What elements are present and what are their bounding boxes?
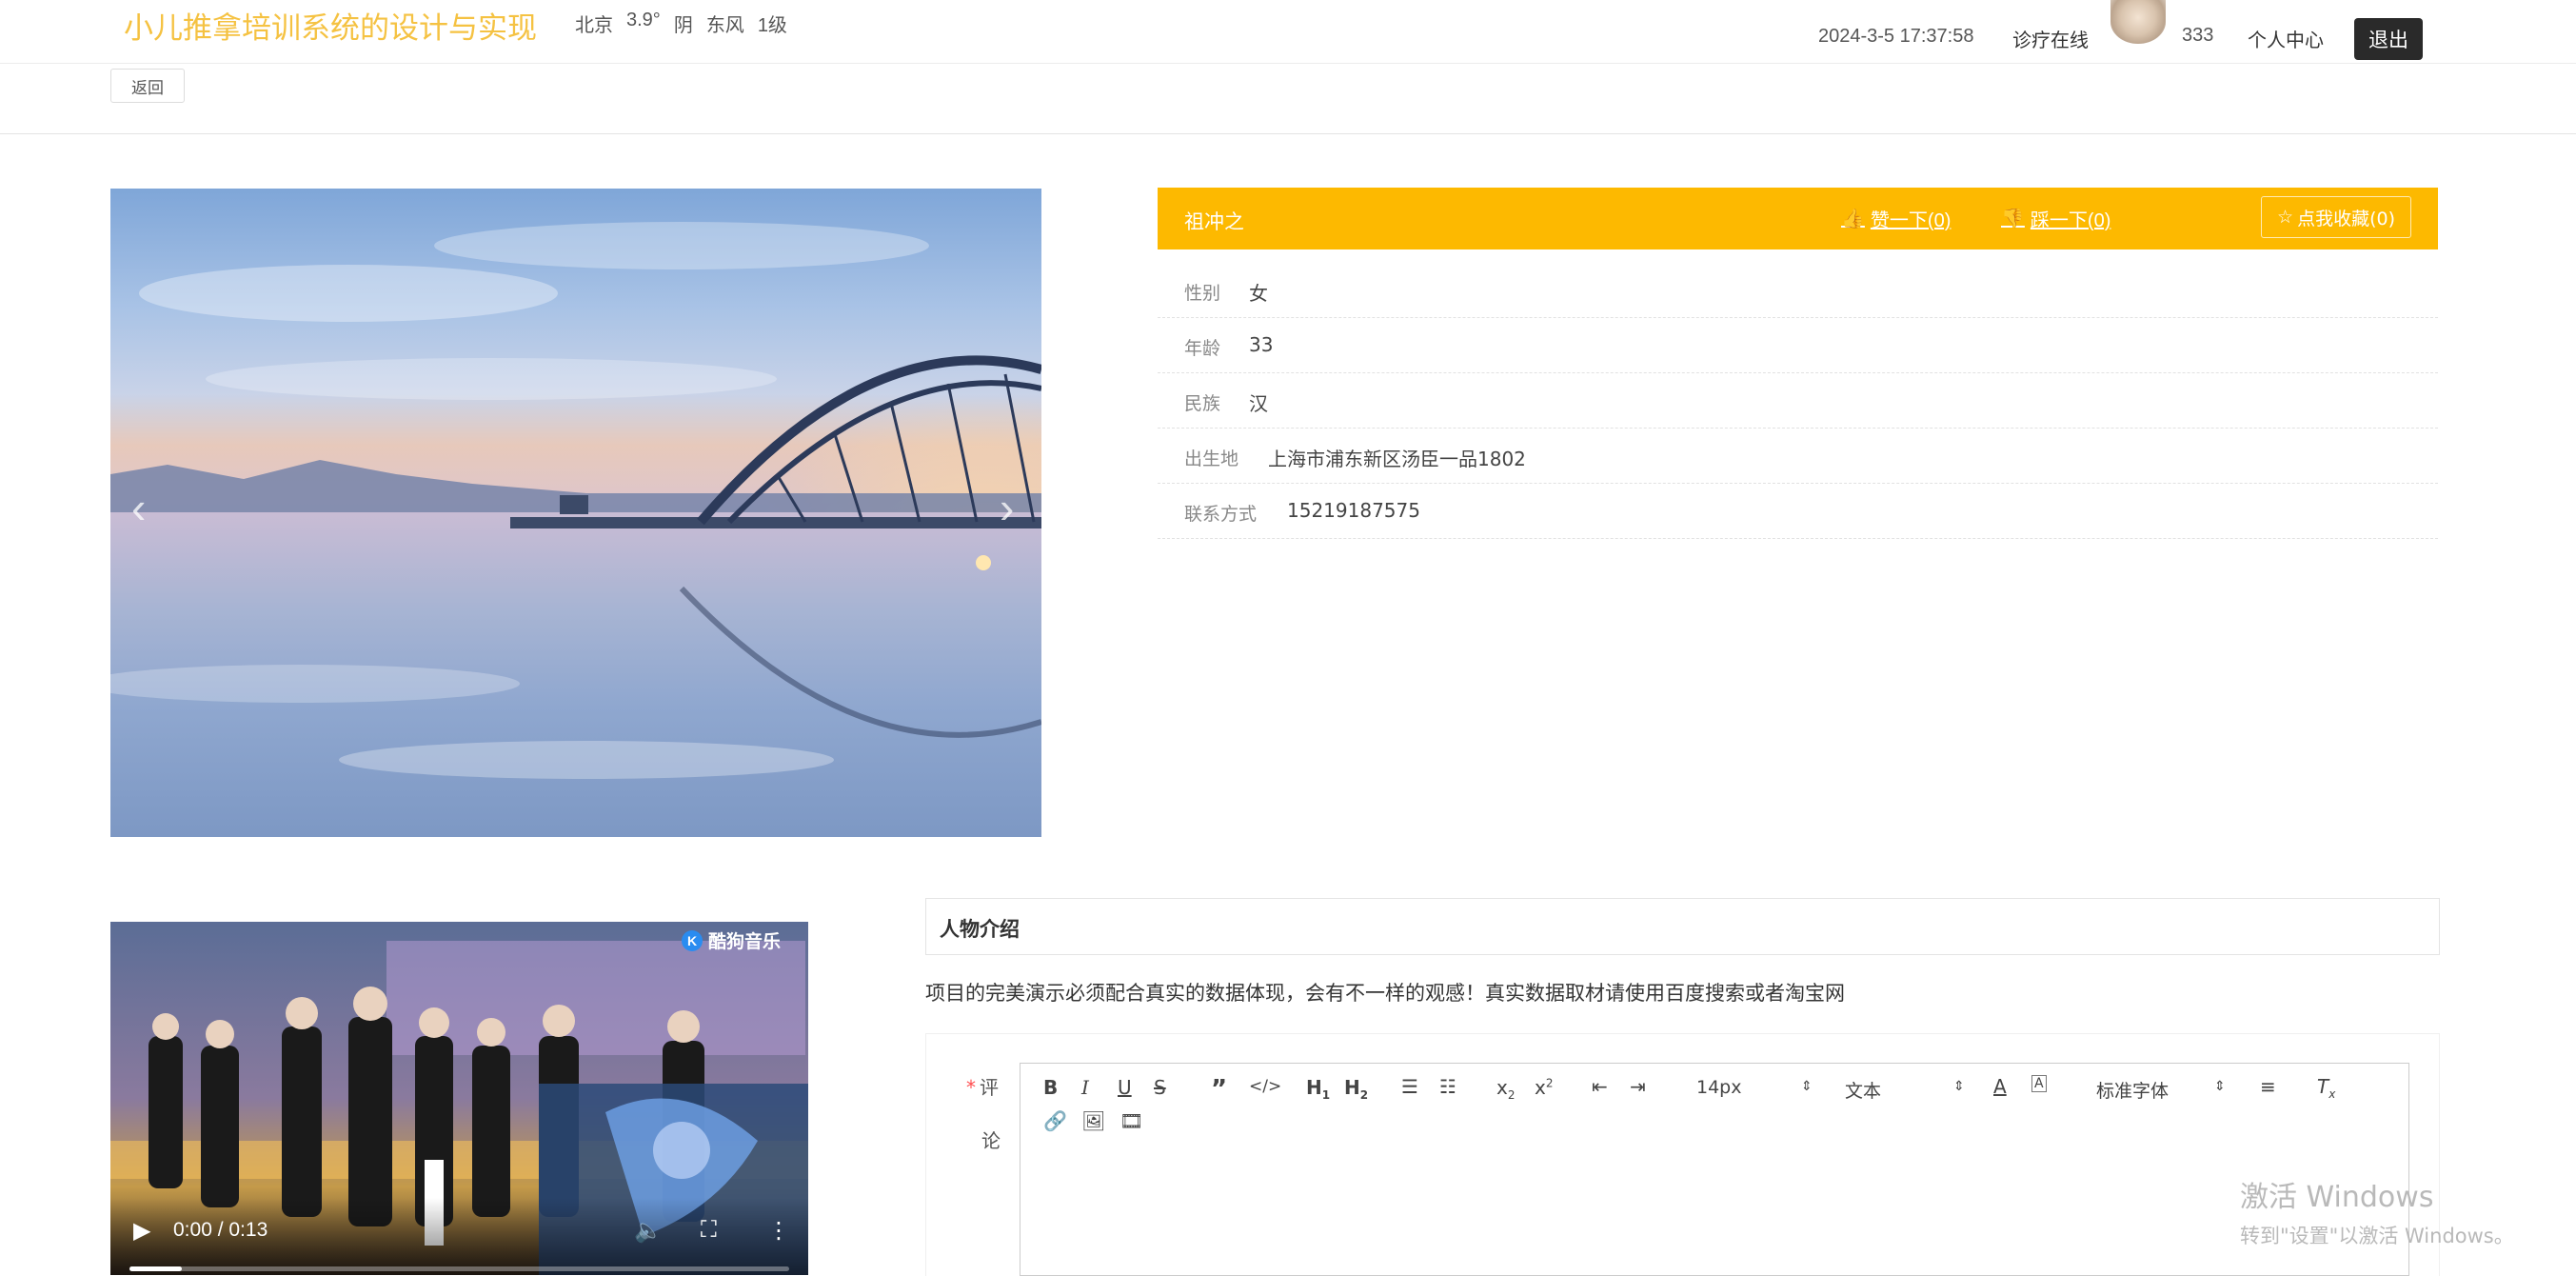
font-color-icon[interactable]: A — [1993, 1075, 2007, 1098]
select-arrows-icon: ⇕ — [2214, 1079, 2226, 1094]
ordered-list-icon[interactable]: ☰ — [1401, 1075, 1418, 1098]
heading-1-icon[interactable]: H1 — [1306, 1076, 1330, 1102]
back-button[interactable]: 返回 — [110, 69, 185, 103]
video-time: 0:00 / 0:13 — [173, 1219, 268, 1241]
blockquote-icon[interactable]: ” — [1211, 1075, 1227, 1104]
subscript-icon[interactable]: x2 — [1496, 1076, 1515, 1102]
format-select[interactable]: 文本 ⇕ — [1845, 1077, 1965, 1103]
info-label: 性别 — [1184, 283, 1221, 304]
windows-activation-watermark: 激活 Windows 转到"设置"以激活 Windows。 — [2240, 1173, 2514, 1249]
person-name: 祖冲之 — [1184, 210, 1244, 233]
kugou-watermark: K 酷狗音乐 — [682, 927, 781, 953]
select-arrows-icon: ⇕ — [1953, 1079, 1965, 1094]
star-icon: ☆ — [2277, 207, 2294, 228]
username: 333 — [2182, 25, 2214, 46]
outdent-icon[interactable]: ⇤ — [1592, 1075, 1608, 1098]
image-carousel[interactable] — [110, 189, 1041, 837]
font-family-value: 标准字体 — [2096, 1081, 2170, 1102]
volume-icon[interactable]: 🔈 — [634, 1217, 663, 1245]
bullet-list-icon[interactable]: ☷ — [1439, 1075, 1456, 1098]
weather-city: 北京 — [575, 15, 613, 36]
favorite-label: 点我收藏(0) — [2297, 208, 2395, 229]
video-player[interactable]: K 酷狗音乐 ▶ 0:00 / 0:13 🔈 ⛶ ⋮ — [110, 922, 808, 1275]
weather-wind: 东风 — [705, 15, 744, 36]
play-icon[interactable]: ▶ — [133, 1217, 150, 1245]
select-arrows-icon: ⇕ — [1801, 1079, 1813, 1094]
video-icon[interactable]: 🎞 — [1120, 1109, 1143, 1132]
dislike-label: 踩一下(0) — [2030, 210, 2111, 231]
info-row-ethnicity: 民族 汉 — [1158, 372, 2438, 429]
info-value: 汉 — [1249, 392, 1268, 415]
image-icon[interactable]: 🖼 — [1081, 1109, 1105, 1132]
info-value: 上海市浦东新区汤臣一品1802 — [1268, 448, 1526, 470]
weather-temperature: 3.9° — [626, 10, 661, 30]
format-value: 文本 — [1845, 1081, 1882, 1102]
code-block-icon[interactable]: </> — [1249, 1077, 1281, 1096]
info-label: 联系方式 — [1184, 504, 1258, 525]
strikethrough-icon[interactable]: S — [1154, 1076, 1166, 1099]
video-controls: ▶ 0:00 / 0:13 🔈 ⛶ ⋮ — [110, 1198, 808, 1275]
editor-toolbar: B I U S ” </> H1 H2 ☰ ☷ x2 x2 ⇤ ⇥ 14px ⇕… — [1020, 1063, 2409, 1152]
comment-label-1: 评 — [980, 1076, 999, 1099]
thumbs-up-icon: 👍 — [1841, 209, 1865, 229]
info-row-birthplace: 出生地 上海市浦东新区汤臣一品1802 — [1158, 428, 2438, 484]
required-marker: * — [966, 1076, 976, 1099]
link-icon[interactable]: 🔗 — [1043, 1109, 1067, 1132]
info-value: 15219187575 — [1287, 499, 1420, 522]
avatar[interactable] — [2110, 0, 2166, 44]
underline-icon[interactable]: U — [1118, 1076, 1132, 1099]
sub-toolbar — [0, 63, 2576, 134]
thumbs-down-icon: 👎 — [2001, 209, 2025, 229]
more-options-icon[interactable]: ⋮ — [767, 1217, 790, 1245]
comment-editor-area[interactable] — [1020, 1150, 2409, 1276]
kugou-logo-icon: K — [682, 929, 703, 951]
info-value: 33 — [1249, 333, 1274, 356]
nav-profile[interactable]: 个人中心 — [2248, 25, 2324, 52]
weather-level: 1级 — [757, 15, 787, 36]
info-label: 年龄 — [1184, 338, 1221, 359]
indent-icon[interactable]: ⇥ — [1630, 1075, 1646, 1098]
comment-label: * 评 论 — [966, 1072, 1004, 1152]
background-color-icon[interactable]: A — [2031, 1075, 2047, 1092]
align-left-icon[interactable]: ≡ — [2260, 1075, 2276, 1098]
info-label: 出生地 — [1184, 449, 1239, 469]
video-progress-fill — [129, 1266, 183, 1271]
info-label: 民族 — [1184, 393, 1221, 414]
carousel-next-icon[interactable]: › — [1000, 486, 1014, 529]
carousel-prev-icon[interactable]: ‹ — [131, 486, 146, 529]
favorite-button[interactable]: ☆ 点我收藏(0) — [2261, 196, 2411, 238]
italic-icon[interactable]: I — [1081, 1076, 1089, 1099]
bold-icon[interactable]: B — [1043, 1076, 1058, 1099]
weather-widget: 北京 3.9° 阴 东风 1级 — [575, 10, 787, 37]
font-size-select[interactable]: 14px ⇕ — [1696, 1077, 1813, 1098]
intro-title: 人物介绍 — [940, 918, 1020, 941]
activation-line-2: 转到"设置"以激活 Windows。 — [2240, 1225, 2514, 1247]
info-row-gender: 性别 女 — [1158, 262, 2438, 318]
activation-line-1: 激活 Windows — [2240, 1181, 2434, 1214]
info-row-contact: 联系方式 15219187575 — [1158, 483, 2438, 539]
like-label: 赞一下(0) — [1870, 210, 1952, 231]
current-datetime: 2024-3-5 17:37:58 — [1818, 26, 1974, 47]
font-family-select[interactable]: 标准字体 ⇕ — [2096, 1077, 2226, 1103]
intro-text: 项目的完美演示必须配合真实的数据体现，会有不一样的观感！真实数据取材请使用百度搜… — [925, 982, 1845, 1005]
superscript-icon[interactable]: x2 — [1535, 1076, 1553, 1099]
like-button[interactable]: 👍 赞一下(0) — [1841, 205, 1951, 232]
fullscreen-icon[interactable]: ⛶ — [701, 1217, 717, 1244]
carousel-image — [110, 189, 1041, 837]
info-row-age: 年龄 33 — [1158, 317, 2438, 373]
intro-title-box: 人物介绍 — [925, 898, 2440, 955]
watermark-text: 酷狗音乐 — [708, 932, 782, 952]
nav-clinic-online[interactable]: 诊疗在线 — [2012, 25, 2089, 52]
font-size-value: 14px — [1696, 1077, 1742, 1098]
heading-2-icon[interactable]: H2 — [1344, 1076, 1368, 1102]
comment-label-2: 论 — [981, 1129, 1001, 1152]
site-title: 小儿推拿培训系统的设计与实现 — [124, 11, 537, 46]
video-progress-bar[interactable] — [129, 1266, 789, 1271]
weather-condition: 阴 — [673, 15, 693, 36]
logout-button[interactable]: 退出 — [2354, 18, 2423, 60]
dislike-button[interactable]: 👎 踩一下(0) — [2001, 205, 2110, 232]
clear-format-icon[interactable]: Tx — [2317, 1075, 2335, 1101]
info-value: 女 — [1249, 282, 1268, 305]
person-info-header: 祖冲之 👍 赞一下(0) 👎 踩一下(0) ☆ 点我收藏(0) — [1158, 188, 2438, 249]
